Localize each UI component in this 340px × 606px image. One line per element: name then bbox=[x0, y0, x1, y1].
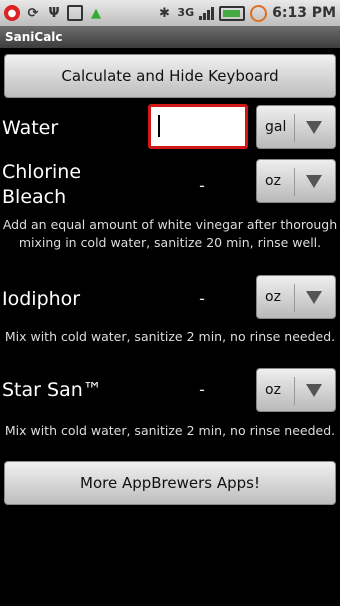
iodiphor-unit-value: oz bbox=[265, 289, 281, 305]
water-label: Water bbox=[2, 117, 59, 139]
battery-icon bbox=[219, 5, 246, 21]
chevron-down-icon bbox=[299, 375, 329, 405]
sync-icon: ⟳ bbox=[27, 5, 39, 21]
calculate-button[interactable]: Calculate and Hide Keyboard bbox=[4, 54, 336, 98]
starsan-unit-value: oz bbox=[265, 382, 281, 398]
android-icon: ▲ bbox=[91, 5, 101, 21]
water-input[interactable] bbox=[148, 104, 248, 149]
alarm-icon bbox=[250, 4, 268, 22]
app-title: SaniCalc bbox=[5, 30, 63, 44]
spinner-divider bbox=[294, 168, 295, 196]
chlorine-unit-spinner[interactable]: oz bbox=[256, 159, 336, 203]
chevron-down-icon bbox=[299, 112, 329, 142]
notification-icon: ● bbox=[4, 5, 20, 21]
water-unit-spinner[interactable]: gal bbox=[256, 105, 336, 149]
status-icons-left: ● ⟳ Ψ ▲ bbox=[4, 5, 104, 21]
photo-icon bbox=[67, 5, 83, 21]
starsan-amount: - bbox=[199, 380, 205, 399]
signal-icon bbox=[199, 6, 215, 20]
network-type: 3G bbox=[177, 6, 195, 19]
water-unit-value: gal bbox=[265, 119, 287, 135]
text-cursor bbox=[158, 115, 160, 137]
chlorine-instructions: Add an equal amount of white vinegar aft… bbox=[2, 217, 338, 250]
spinner-divider bbox=[294, 377, 295, 405]
iodiphor-instructions: Mix with cold water, sanitize 2 min, no … bbox=[4, 329, 336, 344]
clock: 6:13 PM bbox=[272, 5, 336, 21]
chlorine-label-line1: Chlorine bbox=[2, 161, 82, 183]
chlorine-label-line2: Bleach bbox=[2, 186, 67, 208]
iodiphor-amount: - bbox=[199, 289, 205, 308]
spinner-divider bbox=[294, 284, 295, 312]
starsan-instructions: Mix with cold water, sanitize 2 min, no … bbox=[4, 423, 336, 438]
usb-icon: Ψ bbox=[48, 5, 60, 21]
status-icons-right: ✱ 3G 6:13 PM bbox=[156, 4, 336, 22]
chevron-down-icon bbox=[299, 282, 329, 312]
bluetooth-icon: ✱ bbox=[158, 5, 170, 21]
spinner-divider bbox=[294, 114, 295, 142]
app-title-bar: SaniCalc bbox=[0, 26, 340, 48]
starsan-label: Star San™ bbox=[2, 379, 102, 401]
chlorine-amount: - bbox=[199, 176, 205, 195]
starsan-unit-spinner[interactable]: oz bbox=[256, 368, 336, 412]
iodiphor-unit-spinner[interactable]: oz bbox=[256, 275, 336, 319]
status-bar: ● ⟳ Ψ ▲ ✱ 3G 6:13 PM bbox=[0, 0, 340, 26]
iodiphor-label: Iodiphor bbox=[2, 288, 81, 310]
chlorine-unit-value: oz bbox=[265, 173, 281, 189]
more-apps-button[interactable]: More AppBrewers Apps! bbox=[4, 461, 336, 505]
chevron-down-icon bbox=[299, 166, 329, 196]
